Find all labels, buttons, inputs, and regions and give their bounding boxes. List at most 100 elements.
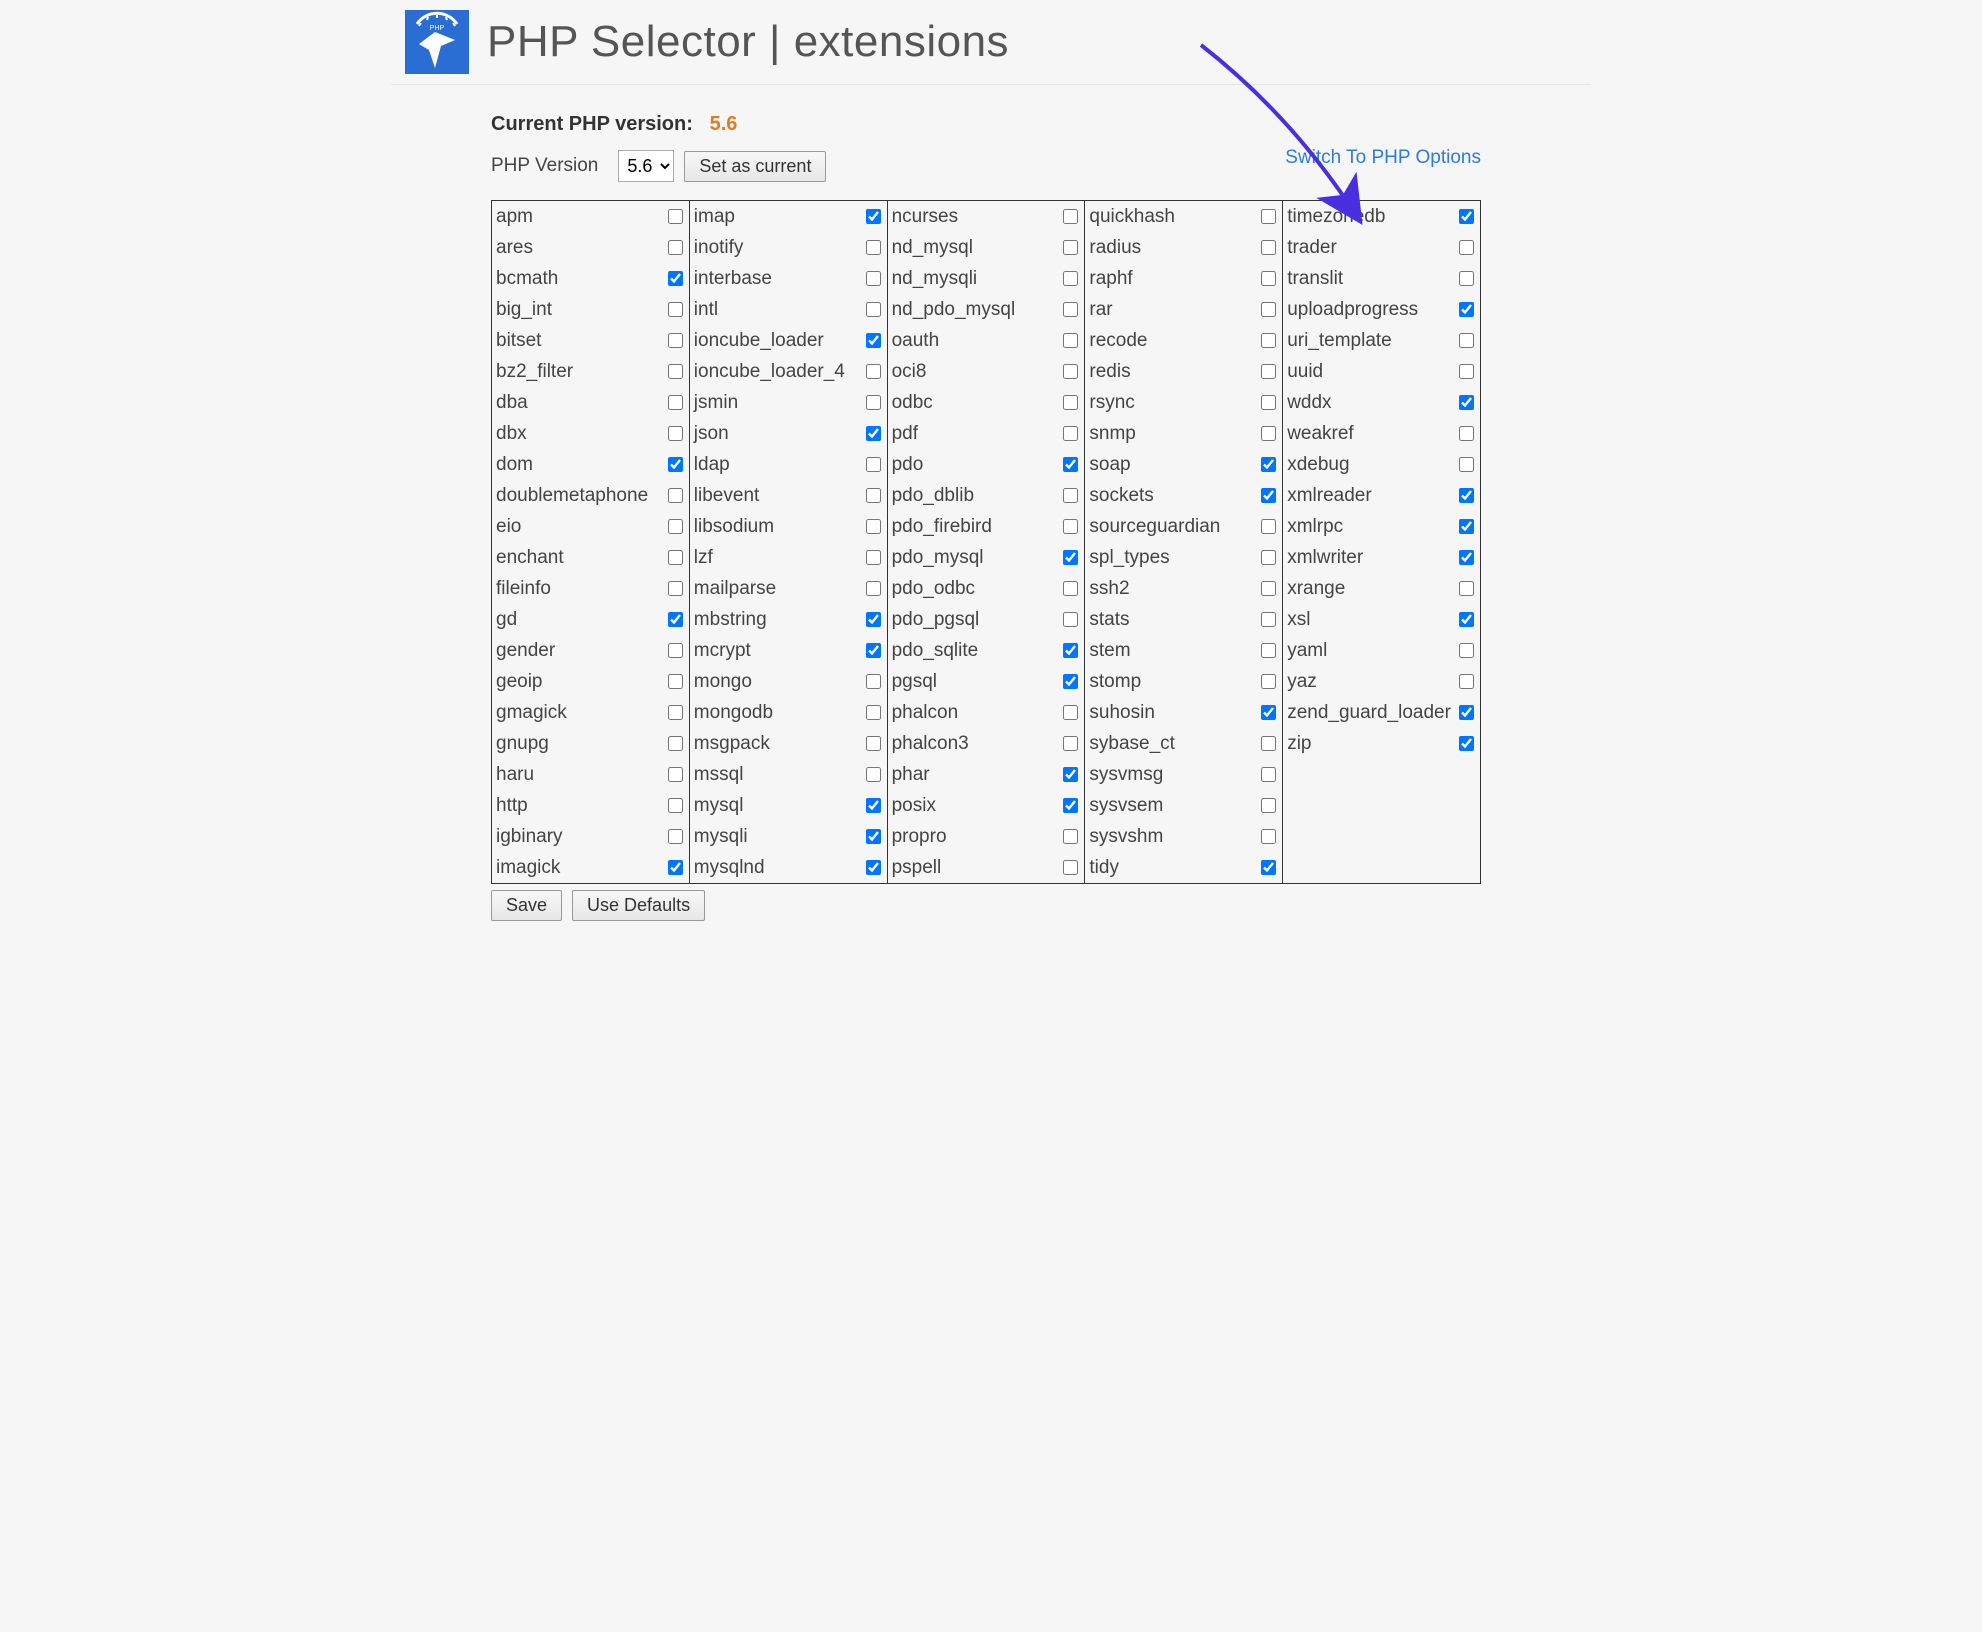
extension-checkbox[interactable] — [866, 426, 881, 441]
extension-checkbox[interactable] — [866, 302, 881, 317]
extension-label[interactable]: gmagick — [496, 702, 567, 724]
extension-checkbox[interactable] — [1261, 240, 1276, 255]
extension-label[interactable]: intl — [694, 299, 718, 321]
extension-label[interactable]: doublemetaphone — [496, 485, 648, 507]
extension-label[interactable]: msgpack — [694, 733, 770, 755]
extension-label[interactable]: odbc — [892, 392, 933, 414]
extension-checkbox[interactable] — [1459, 705, 1474, 720]
extension-checkbox[interactable] — [1261, 209, 1276, 224]
extension-checkbox[interactable] — [1261, 829, 1276, 844]
extension-label[interactable]: propro — [892, 826, 947, 848]
extension-checkbox[interactable] — [1459, 581, 1474, 596]
extension-checkbox[interactable] — [866, 364, 881, 379]
extension-label[interactable]: stats — [1089, 609, 1129, 631]
extension-label[interactable]: yaz — [1287, 671, 1317, 693]
extension-checkbox[interactable] — [1459, 457, 1474, 472]
extension-label[interactable]: pdo_sqlite — [892, 640, 979, 662]
extension-label[interactable]: zip — [1287, 733, 1311, 755]
extension-label[interactable]: stomp — [1089, 671, 1141, 693]
extension-checkbox[interactable] — [866, 395, 881, 410]
extension-checkbox[interactable] — [1261, 426, 1276, 441]
extension-checkbox[interactable] — [866, 767, 881, 782]
extension-checkbox[interactable] — [1459, 519, 1474, 534]
extension-label[interactable]: pgsql — [892, 671, 937, 693]
extension-checkbox[interactable] — [1459, 364, 1474, 379]
extension-label[interactable]: tidy — [1089, 857, 1119, 879]
extension-checkbox[interactable] — [1261, 457, 1276, 472]
extension-label[interactable]: gender — [496, 640, 555, 662]
extension-checkbox[interactable] — [1063, 829, 1078, 844]
extension-checkbox[interactable] — [1063, 240, 1078, 255]
extension-checkbox[interactable] — [866, 612, 881, 627]
extension-checkbox[interactable] — [866, 209, 881, 224]
extension-label[interactable]: igbinary — [496, 826, 563, 848]
extension-checkbox[interactable] — [1063, 643, 1078, 658]
extension-label[interactable]: sybase_ct — [1089, 733, 1175, 755]
extension-label[interactable]: rar — [1089, 299, 1112, 321]
extension-checkbox[interactable] — [1261, 612, 1276, 627]
extension-checkbox[interactable] — [668, 333, 683, 348]
extension-checkbox[interactable] — [1261, 581, 1276, 596]
extension-label[interactable]: gd — [496, 609, 517, 631]
extension-checkbox[interactable] — [1063, 612, 1078, 627]
extension-label[interactable]: bz2_filter — [496, 361, 573, 383]
extension-label[interactable]: mongodb — [694, 702, 773, 724]
extension-label[interactable]: stem — [1089, 640, 1130, 662]
extension-checkbox[interactable] — [1261, 767, 1276, 782]
extension-label[interactable]: sockets — [1089, 485, 1153, 507]
extension-checkbox[interactable] — [1261, 705, 1276, 720]
extension-label[interactable]: pdo_dblib — [892, 485, 974, 507]
extension-label[interactable]: xdebug — [1287, 454, 1349, 476]
extension-label[interactable]: oci8 — [892, 361, 927, 383]
extension-label[interactable]: rsync — [1089, 392, 1134, 414]
extension-checkbox[interactable] — [668, 240, 683, 255]
extension-checkbox[interactable] — [1459, 395, 1474, 410]
extension-label[interactable]: ncurses — [892, 206, 959, 228]
extension-label[interactable]: spl_types — [1089, 547, 1169, 569]
extension-checkbox[interactable] — [1459, 736, 1474, 751]
extension-checkbox[interactable] — [668, 457, 683, 472]
switch-to-php-options-link[interactable]: Switch To PHP Options — [1285, 147, 1481, 169]
extension-checkbox[interactable] — [1063, 364, 1078, 379]
extension-label[interactable]: wddx — [1287, 392, 1331, 414]
extension-checkbox[interactable] — [866, 705, 881, 720]
extension-label[interactable]: quickhash — [1089, 206, 1175, 228]
extension-checkbox[interactable] — [1063, 209, 1078, 224]
extension-label[interactable]: zend_guard_loader — [1287, 702, 1451, 724]
extension-checkbox[interactable] — [866, 829, 881, 844]
extension-label[interactable]: uploadprogress — [1287, 299, 1418, 321]
extension-label[interactable]: trader — [1287, 237, 1337, 259]
extension-label[interactable]: recode — [1089, 330, 1147, 352]
extension-label[interactable]: timezonedb — [1287, 206, 1385, 228]
extension-checkbox[interactable] — [866, 643, 881, 658]
extension-checkbox[interactable] — [866, 457, 881, 472]
extension-checkbox[interactable] — [1459, 333, 1474, 348]
extension-checkbox[interactable] — [1261, 302, 1276, 317]
extension-label[interactable]: imagick — [496, 857, 560, 879]
extension-label[interactable]: raphf — [1089, 268, 1132, 290]
extension-label[interactable]: sysvsem — [1089, 795, 1163, 817]
extension-checkbox[interactable] — [1261, 333, 1276, 348]
extension-checkbox[interactable] — [1063, 550, 1078, 565]
extension-label[interactable]: snmp — [1089, 423, 1135, 445]
extension-checkbox[interactable] — [1063, 333, 1078, 348]
extension-label[interactable]: xmlwriter — [1287, 547, 1363, 569]
extension-checkbox[interactable] — [1063, 395, 1078, 410]
save-button[interactable]: Save — [491, 890, 562, 921]
extension-checkbox[interactable] — [668, 581, 683, 596]
extension-label[interactable]: ioncube_loader_4 — [694, 361, 845, 383]
extension-checkbox[interactable] — [1261, 550, 1276, 565]
set-as-current-button[interactable]: Set as current — [684, 151, 826, 182]
extension-label[interactable]: jsmin — [694, 392, 738, 414]
extension-label[interactable]: ssh2 — [1089, 578, 1129, 600]
extension-label[interactable]: sysvshm — [1089, 826, 1163, 848]
extension-checkbox[interactable] — [1063, 426, 1078, 441]
extension-checkbox[interactable] — [1063, 519, 1078, 534]
extension-checkbox[interactable] — [1063, 674, 1078, 689]
extension-checkbox[interactable] — [1459, 271, 1474, 286]
extension-label[interactable]: xsl — [1287, 609, 1310, 631]
extension-checkbox[interactable] — [668, 798, 683, 813]
extension-checkbox[interactable] — [668, 829, 683, 844]
extension-label[interactable]: weakref — [1287, 423, 1354, 445]
extension-label[interactable]: mailparse — [694, 578, 776, 600]
